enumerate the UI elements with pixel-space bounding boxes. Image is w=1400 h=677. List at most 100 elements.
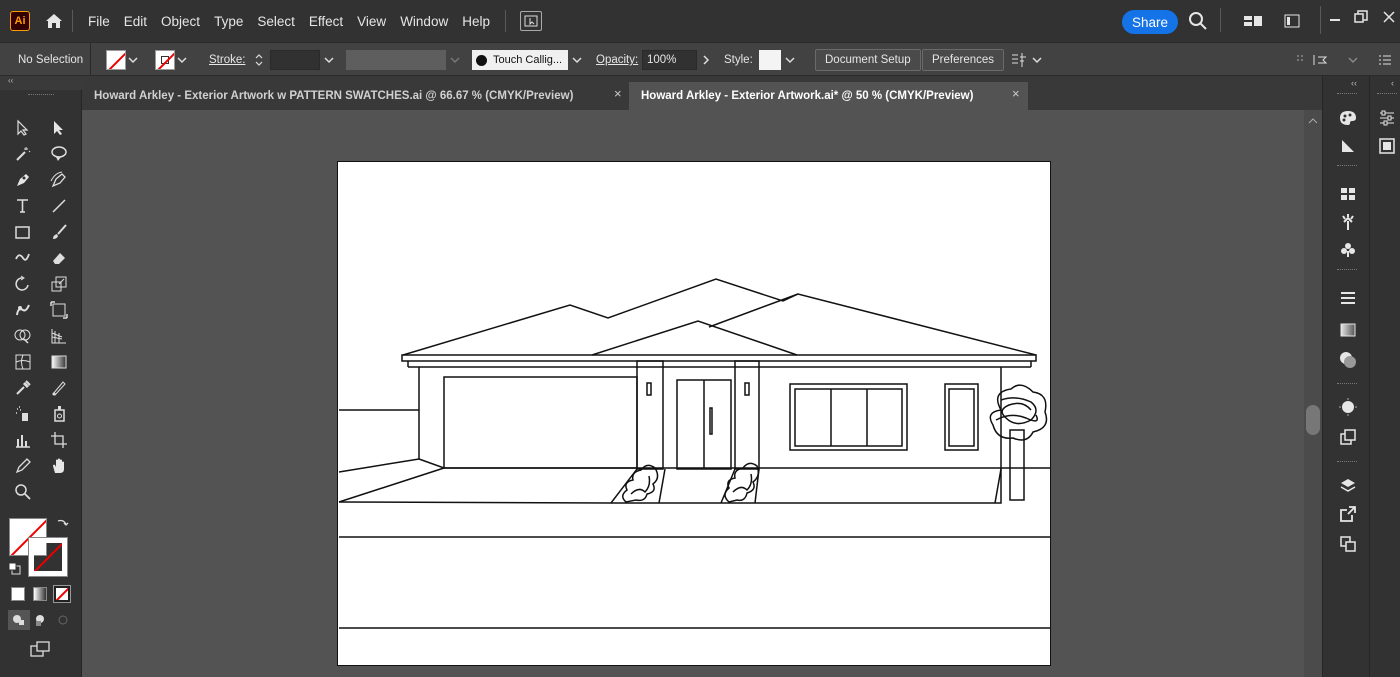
free-transform-icon[interactable]	[46, 298, 72, 322]
magic-wand-icon[interactable]	[10, 142, 36, 166]
chevron-down-icon[interactable]	[1032, 50, 1042, 70]
draw-inside-icon[interactable]	[52, 610, 74, 630]
type-tool-icon[interactable]	[10, 194, 36, 218]
menu-select[interactable]: Select	[257, 14, 295, 29]
stroke-weight-field[interactable]	[270, 50, 320, 70]
scale-tool-icon[interactable]	[46, 272, 72, 296]
draw-behind-icon[interactable]	[30, 610, 52, 630]
mesh-tool-icon[interactable]	[10, 350, 36, 374]
menu-help[interactable]: Help	[462, 14, 490, 29]
hand-tool-icon[interactable]	[46, 454, 72, 478]
rectangle-tool-icon[interactable]	[10, 220, 36, 244]
lasso-icon[interactable]	[46, 142, 72, 166]
chevron-down-icon[interactable]	[448, 50, 462, 70]
eraser-icon[interactable]	[46, 246, 72, 270]
line-tool-icon[interactable]	[46, 194, 72, 218]
artboards-panel-icon[interactable]	[1337, 533, 1359, 555]
paintbrush-icon[interactable]	[46, 220, 72, 244]
column-graph-icon[interactable]	[10, 428, 36, 452]
menu-object[interactable]: Object	[161, 14, 200, 29]
arrange-icon[interactable]	[1312, 50, 1328, 70]
stroke-weight-stepper[interactable]	[253, 50, 265, 70]
blend-tool-icon[interactable]	[46, 376, 72, 400]
symbol-sprayer-icon[interactable]	[10, 402, 36, 426]
screen-mode-icon[interactable]	[29, 640, 51, 661]
preferences-button[interactable]: Preferences	[922, 49, 1005, 71]
artboard-tool-icon[interactable]	[46, 428, 72, 452]
close-tab-icon[interactable]: ×	[1012, 86, 1020, 101]
close-window-icon[interactable]	[1382, 10, 1396, 27]
stroke-swatch-large[interactable]	[28, 537, 68, 577]
shape-builder-icon[interactable]	[10, 324, 36, 348]
variable-width-profile[interactable]	[346, 50, 446, 70]
eyedropper-icon[interactable]	[10, 376, 36, 400]
opacity-label[interactable]: Opacity:	[596, 50, 638, 70]
chevron-right-icon[interactable]	[701, 50, 711, 70]
color-guide-icon[interactable]	[1337, 107, 1359, 129]
profile-dropdown[interactable]	[448, 50, 462, 70]
arrange-documents-icon[interactable]	[1244, 14, 1262, 31]
gradient-panel-icon[interactable]	[1337, 135, 1359, 157]
warp-tool-icon[interactable]	[10, 298, 36, 322]
workspace-icon[interactable]	[1284, 13, 1300, 32]
tab-exterior-artwork-doc[interactable]: Howard Arkley - Exterior Artwork.ai* @ 5…	[629, 82, 1028, 110]
gpu-performance-icon[interactable]	[519, 11, 542, 31]
swap-fill-stroke-icon[interactable]	[56, 517, 70, 534]
stroke-panel-icon[interactable]	[1337, 287, 1359, 309]
graphic-styles-icon[interactable]	[1337, 396, 1359, 418]
shaper-tool-icon[interactable]	[10, 246, 36, 270]
zoom-tool-icon[interactable]	[10, 480, 36, 504]
panel-menu-icon[interactable]	[1378, 50, 1392, 70]
brushes-icon[interactable]	[1337, 211, 1359, 233]
share-button[interactable]: Share	[1122, 10, 1178, 34]
pen-tool-icon[interactable]	[10, 168, 36, 192]
fill-control[interactable]	[106, 50, 140, 70]
tab-pattern-swatches-doc[interactable]: Howard Arkley - Exterior Artwork w PATTE…	[82, 82, 627, 110]
app-logo[interactable]: Ai	[10, 11, 30, 31]
export-icon[interactable]	[1337, 503, 1359, 525]
menu-effect[interactable]: Effect	[309, 14, 343, 29]
minimize-icon[interactable]	[1328, 12, 1342, 29]
style-dropdown[interactable]	[783, 50, 797, 70]
gradient-tool-icon[interactable]	[46, 350, 72, 374]
align-options-icon[interactable]	[1010, 50, 1028, 70]
curvature-tool-icon[interactable]	[46, 168, 72, 192]
stroke-label[interactable]: Stroke:	[209, 50, 245, 70]
toolbar-collapse-toggle[interactable]: ‹‹	[0, 76, 82, 90]
layers-icon[interactable]	[1337, 475, 1359, 497]
direct-selection-tool-icon[interactable]	[10, 116, 36, 140]
close-tab-icon[interactable]: ×	[614, 86, 622, 101]
home-icon[interactable]	[44, 11, 64, 31]
none-mode-button[interactable]	[53, 585, 71, 603]
color-mode-button[interactable]	[11, 587, 25, 601]
brush-dropdown[interactable]	[570, 50, 584, 70]
pencil-tool-icon[interactable]	[10, 454, 36, 478]
collapse-panels-icon[interactable]: ‹‹	[1351, 78, 1357, 88]
menu-window[interactable]: Window	[400, 14, 448, 29]
vertical-scrollbar[interactable]	[1304, 110, 1322, 677]
graphic-style-swatch[interactable]	[759, 50, 781, 70]
asset-export-icon[interactable]	[1337, 426, 1359, 448]
chevron-down-icon[interactable]	[1348, 50, 1358, 70]
collapse-panels-icon[interactable]: ‹	[1391, 78, 1394, 88]
draw-normal-icon[interactable]	[8, 610, 30, 630]
stroke-color-control[interactable]	[155, 50, 189, 70]
artboard[interactable]	[337, 161, 1051, 666]
chevron-down-icon[interactable]	[322, 50, 336, 70]
perspective-grid-icon[interactable]	[46, 324, 72, 348]
default-fill-stroke-icon[interactable]	[8, 562, 22, 579]
properties-icon[interactable]	[1376, 107, 1398, 129]
brush-definition[interactable]: Touch Callig...	[472, 50, 568, 70]
document-setup-button[interactable]: Document Setup	[815, 49, 921, 71]
scrollbar-thumb[interactable]	[1306, 405, 1320, 435]
transparency-icon[interactable]	[1337, 319, 1359, 341]
stroke-none-swatch[interactable]	[155, 50, 175, 70]
artboard-spray-icon[interactable]	[46, 402, 72, 426]
chevron-down-icon[interactable]	[783, 50, 797, 70]
gradient-mode-button[interactable]	[33, 587, 47, 601]
scroll-up-icon[interactable]	[1308, 114, 1318, 128]
stroke-weight-dropdown[interactable]	[322, 50, 336, 70]
rotate-tool-icon[interactable]	[10, 272, 36, 296]
libraries-icon[interactable]	[1376, 135, 1398, 157]
chevron-down-icon[interactable]	[175, 50, 189, 70]
